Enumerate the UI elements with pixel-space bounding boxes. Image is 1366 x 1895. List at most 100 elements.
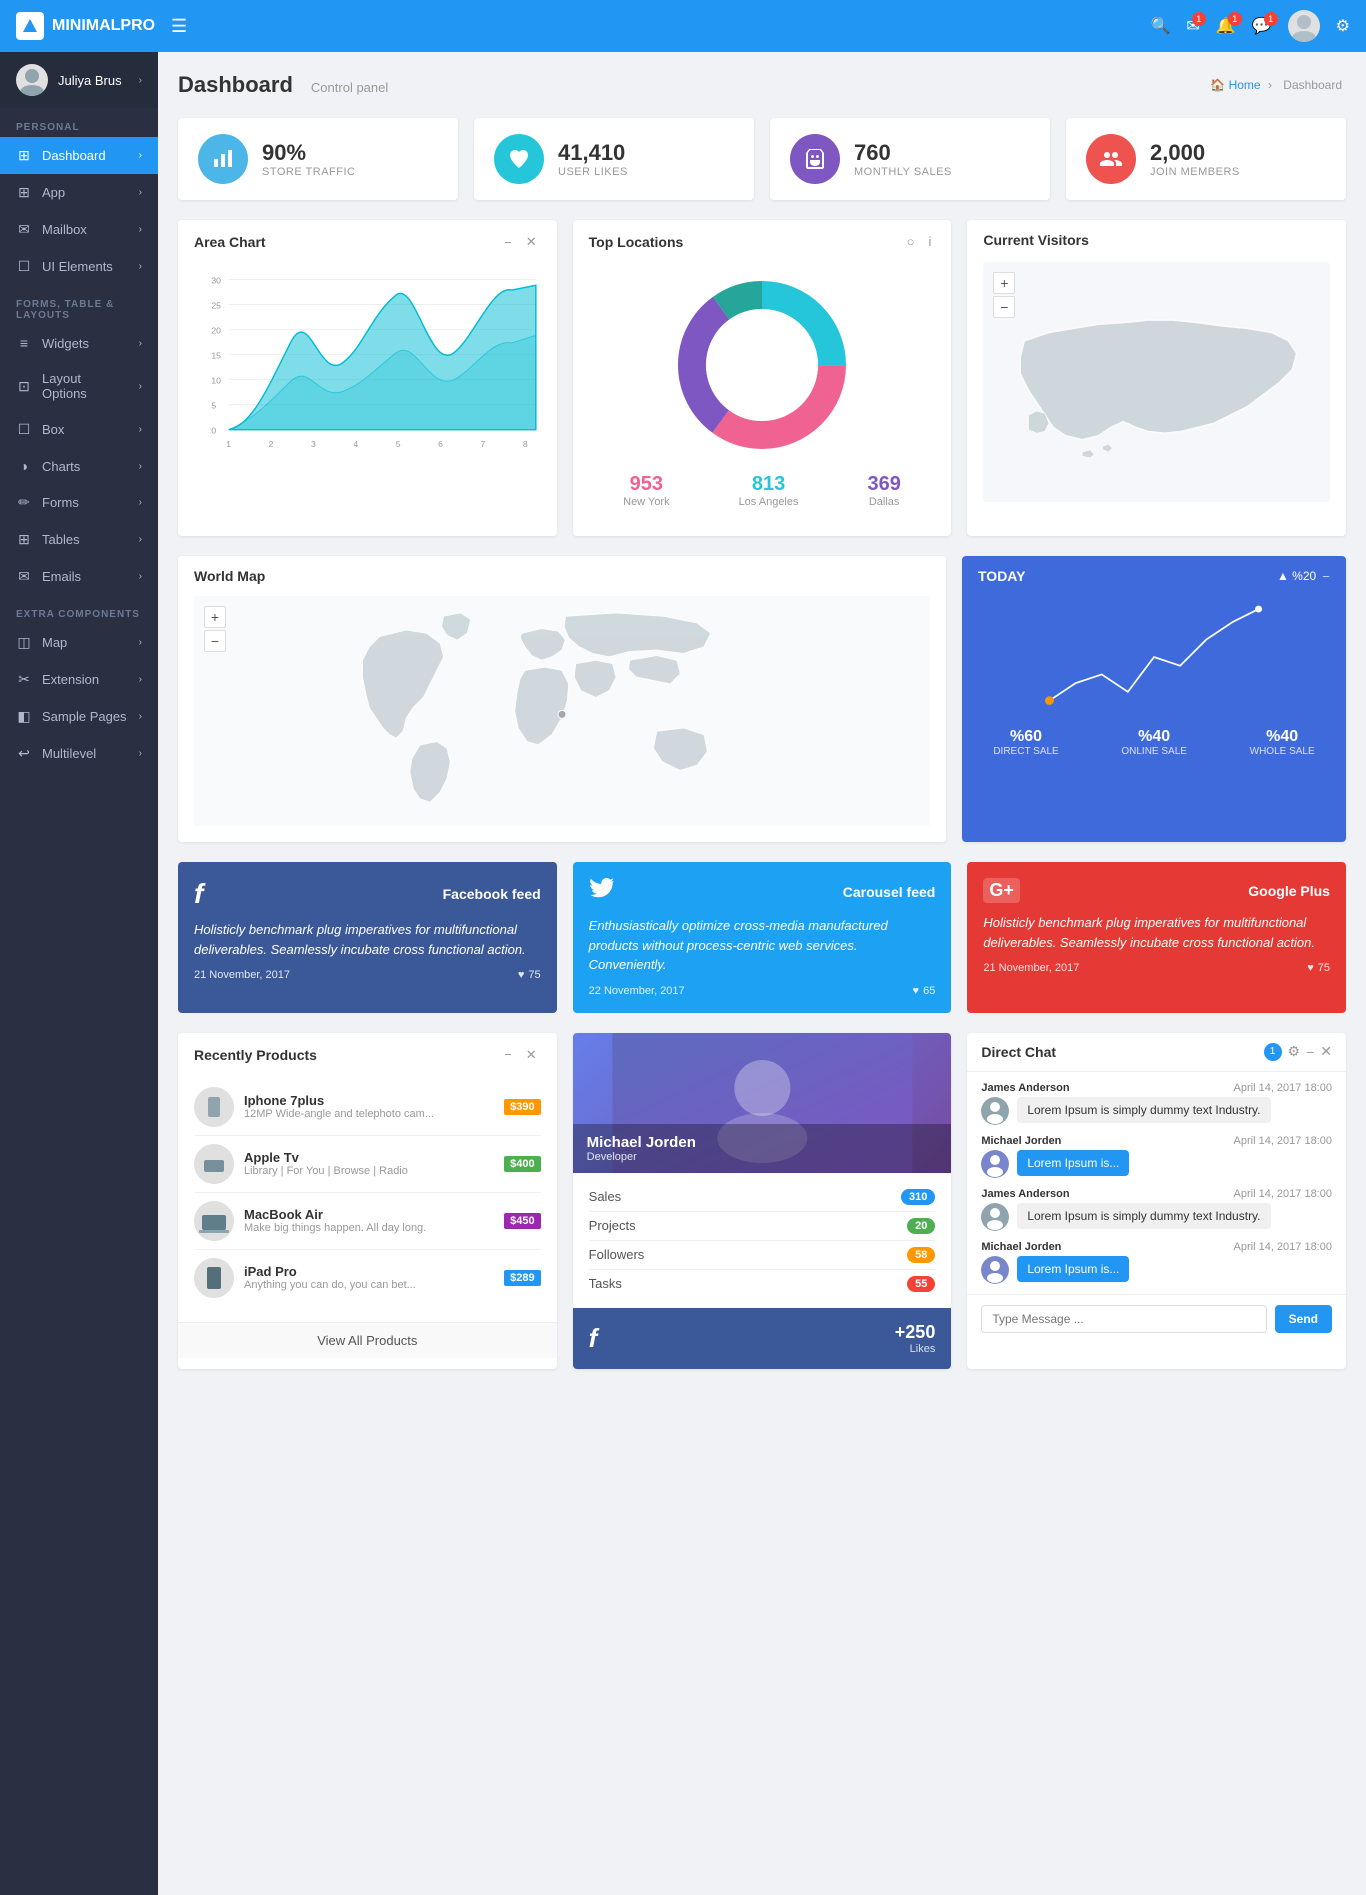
today-minimize[interactable]: − — [1322, 569, 1330, 584]
area-chart-minimize[interactable]: − — [500, 232, 516, 252]
chat-settings-btn[interactable]: ⚙ — [1288, 1043, 1301, 1060]
area-chart-header: Area Chart − ✕ — [178, 220, 557, 256]
sidebar-item-tables[interactable]: ⊞ Tables › — [0, 521, 158, 558]
chat-message-input[interactable] — [981, 1305, 1266, 1333]
today-chart-body — [962, 588, 1346, 718]
donut-dallas-label: Dallas — [867, 496, 900, 508]
svg-text:8: 8 — [523, 439, 528, 449]
world-map-zoom-in[interactable]: + — [204, 606, 226, 628]
products-minimize[interactable]: − — [500, 1045, 516, 1065]
traffic-label: STORE TRAFFIC — [262, 166, 356, 178]
mail-btn[interactable]: ✉ 1 — [1186, 16, 1199, 36]
today-badge: ▲ %20 — [1277, 569, 1316, 583]
chat-bubble-1: Lorem Ipsum is simply dummy text Industr… — [1017, 1097, 1270, 1123]
sidebar-arrow-emails: › — [139, 571, 142, 582]
area-chart-card: Area Chart − ✕ 30 25 20 15 10 5 — [178, 220, 557, 536]
settings-btn[interactable]: ⚙ — [1336, 16, 1350, 36]
sidebar-item-sample[interactable]: ◧ Sample Pages › — [0, 698, 158, 735]
donut-chart-info[interactable]: i — [924, 232, 935, 251]
app-icon: ⊞ — [16, 184, 32, 201]
product-name-apple-tv: Apple Tv — [244, 1150, 494, 1165]
sales-value: 760 — [854, 140, 952, 166]
chat-time-4: April 14, 2017 18:00 — [1234, 1241, 1332, 1253]
bell-btn[interactable]: 🔔 1 — [1216, 16, 1236, 36]
heart-icon: ♥ — [518, 969, 525, 981]
view-all-products-btn[interactable]: View All Products — [178, 1322, 557, 1358]
chat-message-3: James Anderson April 14, 2017 18:00 Lore… — [981, 1188, 1332, 1231]
donut-chart-title: Top Locations — [589, 234, 684, 250]
chat-time-2: April 14, 2017 18:00 — [1234, 1135, 1332, 1147]
likes-value: 41,410 — [558, 140, 628, 166]
profile-stat-projects-label: Projects — [589, 1218, 636, 1233]
fb-likes-info: +250 Likes — [895, 1322, 936, 1355]
chat-badge: 1 — [1264, 1043, 1282, 1061]
stat-card-sales: 760 MONTHLY SALES — [770, 118, 1050, 200]
today-online-label: ONLINE SALE — [1121, 746, 1187, 757]
fb-likes-value: +250 — [895, 1322, 936, 1343]
mailbox-icon: ✉ — [16, 221, 32, 238]
chat-header: Direct Chat 1 ⚙ − ✕ — [967, 1033, 1346, 1072]
chat-send-btn[interactable]: Send — [1275, 1305, 1332, 1333]
chat-msg-meta-2: April 14, 2017 18:00 Michael Jorden — [981, 1135, 1332, 1147]
product-desc-ipad: Anything you can do, you can bet... — [244, 1279, 494, 1291]
chat-message-4: April 14, 2017 18:00 Michael Jorden Lore… — [981, 1241, 1332, 1284]
product-thumb-iphone — [194, 1087, 234, 1127]
twitter-platform: Carousel feed — [843, 884, 936, 900]
user-avatar-top[interactable] — [1288, 10, 1320, 42]
sidebar-item-forms[interactable]: ✏ Forms › — [0, 484, 158, 521]
app-logo[interactable]: MINIMALPRO — [16, 12, 171, 40]
chat-minimize-btn[interactable]: − — [1306, 1044, 1314, 1060]
product-desc-apple-tv: Library | For You | Browse | Radio — [244, 1165, 494, 1177]
sidebar-item-widgets[interactable]: ≡ Widgets › — [0, 325, 158, 361]
sidebar-item-emails[interactable]: ✉ Emails › — [0, 558, 158, 595]
sidebar-item-charts[interactable]: ◑ Charts › — [0, 448, 158, 484]
sidebar-item-layout[interactable]: ⊡ Layout Options › — [0, 361, 158, 411]
product-price-ipad: $289 — [504, 1270, 540, 1286]
products-close[interactable]: ✕ — [522, 1045, 541, 1065]
breadcrumb-home[interactable]: Home — [1229, 78, 1261, 92]
sidebar-item-dashboard[interactable]: ⊞ Dashboard › — [0, 137, 158, 174]
sidebar-item-app[interactable]: ⊞ App › — [0, 174, 158, 211]
sidebar-arrow-tables: › — [139, 534, 142, 545]
facebook-text: Holisticly benchmark plug imperatives fo… — [194, 920, 541, 959]
facebook-header: f Facebook feed — [194, 878, 541, 910]
sidebar-user[interactable]: Juliya Brus › — [0, 52, 158, 108]
today-card-header: TODAY ▲ %20 − — [962, 556, 1346, 588]
svg-text:5: 5 — [211, 401, 216, 411]
sidebar-item-map[interactable]: ◫ Map › — [0, 624, 158, 661]
stat-info-members: 2,000 JOIN MEMBERS — [1150, 140, 1240, 178]
sidebar-item-extension[interactable]: ✂ Extension › — [0, 661, 158, 698]
chat-btn[interactable]: 💬 1 — [1252, 16, 1272, 36]
hamburger-icon[interactable]: ☰ — [171, 16, 187, 37]
chat-close-btn[interactable]: ✕ — [1320, 1043, 1332, 1060]
search-btn[interactable]: 🔍 — [1150, 16, 1170, 36]
area-chart-close[interactable]: ✕ — [522, 232, 541, 252]
chat-header-actions: 1 ⚙ − ✕ — [1264, 1043, 1332, 1061]
traffic-icon-wrap — [198, 134, 248, 184]
products-actions: − ✕ — [500, 1045, 541, 1065]
products-body: Iphone 7plus 12MP Wide-angle and telepho… — [178, 1069, 557, 1322]
today-stat-direct: %60 DIRECT SALE — [993, 728, 1058, 757]
sidebar-arrow-ui: › — [139, 261, 142, 272]
sidebar-item-ui-elements[interactable]: ☐ UI Elements › — [0, 248, 158, 285]
product-item-ipad: iPad Pro Anything you can do, you can be… — [194, 1250, 541, 1306]
charts-icon: ◑ — [16, 458, 32, 474]
sidebar-item-mailbox[interactable]: ✉ Mailbox › — [0, 211, 158, 248]
sidebar-arrow-charts: › — [139, 461, 142, 472]
sidebar-item-multilevel[interactable]: ↩ Multilevel › — [0, 735, 158, 772]
sidebar-user-name: Juliya Brus — [58, 73, 129, 88]
us-map-svg — [983, 262, 1330, 502]
sidebar-item-box[interactable]: ☐ Box › — [0, 411, 158, 448]
twitter-likes: ♥ 65 — [913, 985, 936, 997]
facebook-footer: 21 November, 2017 ♥ 75 — [194, 969, 541, 981]
chat-avatar-michael1 — [981, 1150, 1009, 1178]
extension-icon: ✂ — [16, 671, 32, 688]
area-chart-body: 30 25 20 15 10 5 0 — [178, 256, 557, 499]
donut-chart-settings[interactable]: ○ — [903, 232, 919, 251]
product-desc-iphone: 12MP Wide-angle and telephoto cam... — [244, 1108, 494, 1120]
world-map-zoom-out[interactable]: − — [204, 630, 226, 652]
layout-icon: ⊡ — [16, 378, 32, 395]
google-text: Holisticly benchmark plug imperatives fo… — [983, 913, 1330, 952]
donut-chart-body: 953 New York 813 Los Angeles 369 Dallas — [573, 255, 952, 536]
profile-name: Michael Jorden — [587, 1134, 938, 1151]
